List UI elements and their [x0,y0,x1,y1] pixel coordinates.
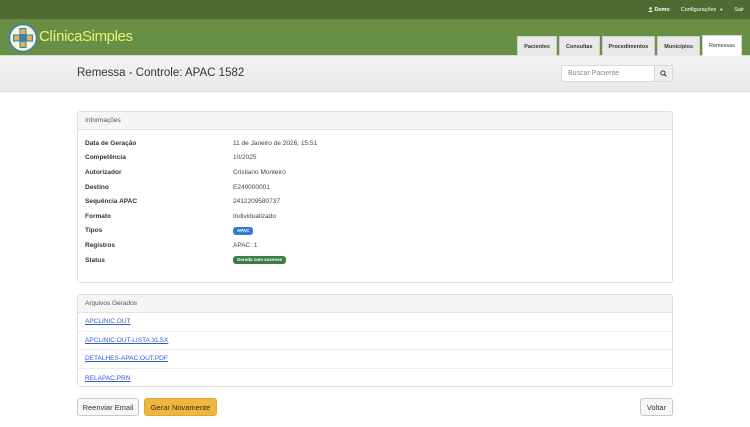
brand-name[interactable]: ClínicaSimples [39,29,133,44]
user-name: Demo [654,6,670,13]
back-button[interactable]: Voltar [640,398,673,416]
type-badge: APAC [233,226,254,235]
file-link[interactable]: APCLINIC.OUT-LISTA.XLSX [85,337,168,344]
info-row: Data de Geração 11 de Janeiro de 2026, 1… [78,136,672,151]
main-nav: Pacientes Consultas Procedimentos Municí… [515,35,742,56]
info-label: Destino [85,183,109,191]
info-value: E240000001 [233,183,270,191]
info-row: Competência 10/2025 [78,151,672,166]
brand-bar: ClínicaSimples Pacientes Consultas Proce… [0,19,750,56]
search-icon [660,70,667,77]
info-label: Data de Geração [85,139,137,147]
logout-label: Sair [734,6,744,13]
top-bar: Demo Configurações ▼ Sair [0,0,750,19]
tab-pacientes[interactable]: Pacientes [517,36,557,56]
status-badge: Gerada com sucesso [233,256,287,265]
info-value: 11 de Janeiro de 2026, 15:51 [233,139,318,147]
info-panel: Informações Data de Geração 11 de Janeir… [77,111,673,283]
tab-municipios[interactable]: Municípios [657,36,701,56]
info-list: Data de Geração 11 de Janeiro de 2026, 1… [78,130,672,267]
info-row: Destino E240000001 [78,180,672,195]
info-row: Sequência APAC 2412209580737 [78,194,672,209]
file-link[interactable]: RELAPAC.PRN [85,375,130,382]
list-item: APCLINIC.OUT-LISTA.XLSX [78,332,672,351]
regenerate-button[interactable]: Gerar Novamente [144,398,217,416]
user-menu[interactable]: Demo [647,6,670,13]
tab-remessas[interactable]: Remessas [702,35,742,56]
info-label: Competência [85,154,126,162]
files-panel: Arquivos Gerados APCLINIC.OUT APCLINIC.O… [77,294,673,387]
info-row: Registros APAC: 1 [78,238,672,253]
info-row: Autorizador Cristiano Monteiro [78,165,672,180]
info-label: Status [85,256,105,264]
info-label: Registros [85,241,115,249]
search-input[interactable] [561,65,654,82]
caret-down-icon: ▼ [719,7,724,12]
logout-link[interactable]: Sair [734,7,744,13]
info-label: Tipos [85,227,103,235]
page-header: Remessa - Controle: APAC 1582 [0,56,750,92]
info-value: 10/2025 [233,154,257,162]
info-value: APAC [233,226,254,235]
info-value: Cristiano Monteiro [233,168,286,176]
info-value: Individualizado [233,212,277,220]
info-panel-heading: Informações [78,112,672,130]
info-label: Formato [85,212,111,220]
config-label: Configurações [680,6,717,13]
file-link[interactable]: DETALHES-APAC.OUT.PDF [85,355,168,362]
tab-procedimentos[interactable]: Procedimentos [601,36,656,56]
list-item: DETALHES-APAC.OUT.PDF [78,350,672,369]
info-label: Autorizador [85,168,122,176]
info-row: Status Gerada com sucesso [78,253,672,268]
list-item: APCLINIC.OUT [78,313,672,332]
file-link[interactable]: APCLINIC.OUT [85,318,131,325]
info-value: 2412209580737 [233,198,280,206]
top-links: Demo Configurações ▼ Sair [647,0,750,19]
files-panel-heading: Arquivos Gerados [78,295,672,313]
medical-cross-logo [8,23,38,53]
info-value: APAC: 1 [233,241,258,249]
info-label: Sequência APAC [85,198,138,206]
tab-consultas[interactable]: Consultas [558,36,600,56]
user-icon [647,7,653,12]
config-menu[interactable]: Configurações ▼ [681,7,723,13]
resend-email-button[interactable]: Reenviar Email [77,398,139,416]
list-item: RELAPAC.PRN [78,369,672,386]
search-button[interactable] [654,65,673,82]
info-row: Tipos APAC [78,224,672,239]
info-row: Formato Individualizado [78,209,672,224]
page-title: Remessa - Controle: APAC 1582 [77,67,245,79]
info-value: Gerada com sucesso [233,256,287,265]
